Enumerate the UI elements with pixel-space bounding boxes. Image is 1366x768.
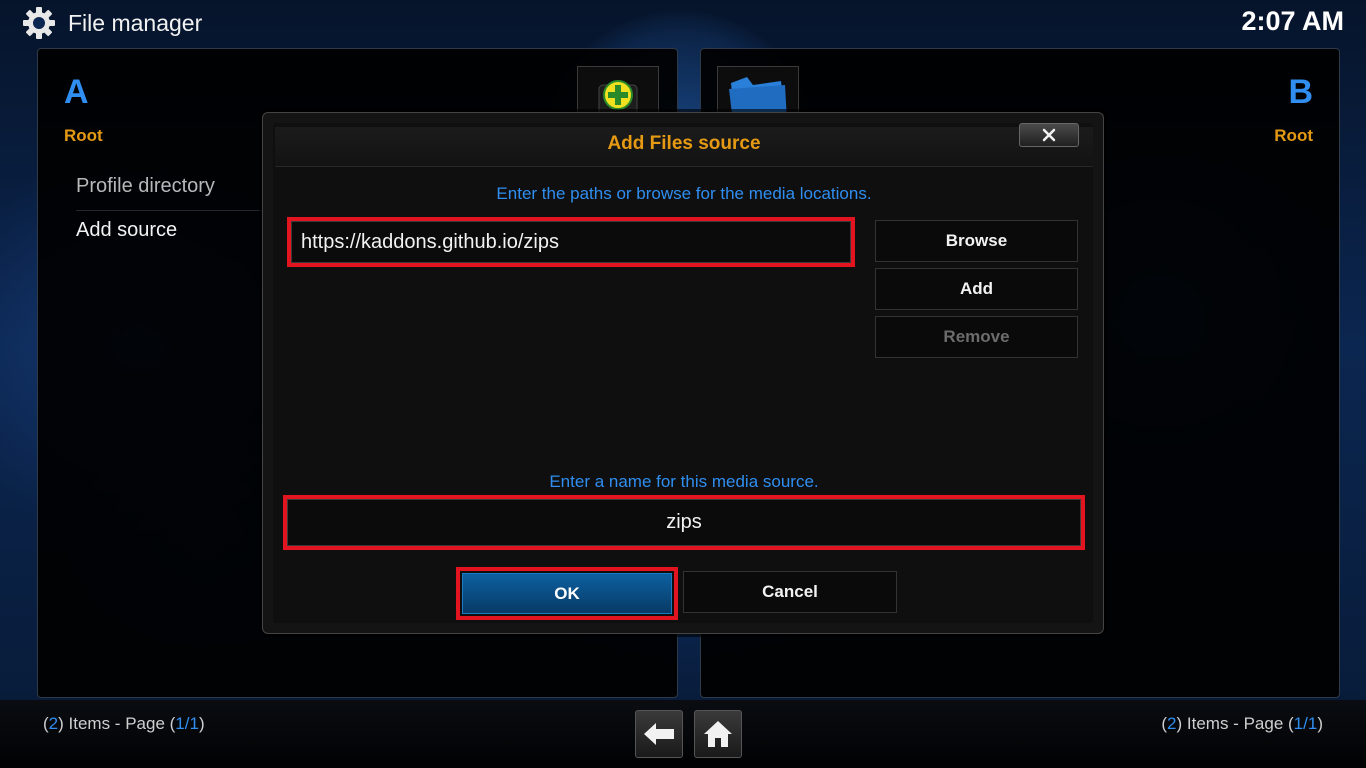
path-field[interactable]: https://kaddons.github.io/zips (287, 217, 855, 267)
add-button[interactable]: Add (875, 268, 1078, 310)
back-button[interactable] (635, 710, 683, 758)
clock: 2:07 AM (1241, 6, 1344, 36)
source-name-value: zips (666, 511, 702, 533)
panel-a-location: Root (64, 126, 103, 145)
panel-b-letter: B (1288, 73, 1313, 111)
gear-icon (23, 7, 55, 39)
panel-b-item-count: (2) Items - Page (1/1) (1161, 714, 1323, 733)
cancel-button[interactable]: Cancel (683, 571, 897, 613)
ok-button-highlight: OK (456, 567, 678, 620)
ok-button[interactable]: OK (462, 573, 672, 614)
name-hint: Enter a name for this media source. (549, 472, 819, 491)
paths-hint: Enter the paths or browse for the media … (496, 184, 872, 203)
home-icon (704, 721, 732, 747)
home-button[interactable] (694, 710, 742, 758)
remove-button[interactable]: Remove (875, 316, 1078, 358)
header: File manager (22, 6, 202, 40)
panel-a-item-count: (2) Items - Page (1/1) (43, 714, 205, 733)
close-icon (1042, 128, 1056, 142)
path-value: https://kaddons.github.io/zips (301, 230, 559, 253)
panel-b-location: Root (1274, 126, 1313, 145)
dialog-title: Add Files source (607, 133, 761, 154)
add-files-source-dialog: Add Files source Enter the paths or brow… (262, 112, 1104, 634)
panel-a-letter: A (64, 73, 89, 111)
browse-button[interactable]: Browse (875, 220, 1078, 262)
back-arrow-icon (644, 723, 674, 745)
source-name-field[interactable]: zips (283, 495, 1085, 550)
close-button[interactable] (1019, 123, 1079, 147)
page-title: File manager (68, 9, 203, 36)
footer-bar (0, 700, 1366, 768)
